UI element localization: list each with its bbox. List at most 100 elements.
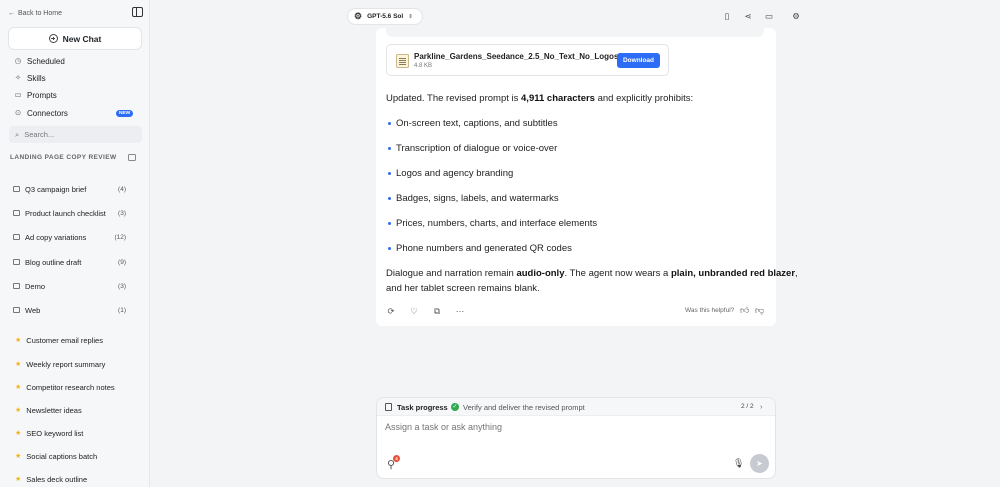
folder-icon	[13, 307, 20, 313]
new-chat-button[interactable]: New Chat	[8, 27, 142, 50]
starred-chat-item[interactable]: ★ Sales deck outline	[15, 473, 87, 485]
check-circle-icon: ✓	[451, 403, 459, 411]
sidebar-item-label: Connectors	[27, 108, 68, 118]
starred-chat-label: Customer email replies	[26, 335, 103, 345]
sidebar-item-prompts[interactable]: ▭ Prompts	[14, 88, 56, 102]
star-icon: ★	[15, 476, 22, 483]
folder-item[interactable]: Web (1)	[13, 304, 126, 316]
folder-add-icon[interactable]	[128, 154, 136, 161]
search-placeholder: Search...	[24, 130, 55, 139]
chevron-updown-icon: ⇕	[408, 13, 413, 20]
message-outro-line2: and her tablet screen remains blank.	[386, 283, 540, 294]
book-icon[interactable]: ▯	[722, 11, 732, 21]
outro-text: ,	[795, 268, 798, 279]
send-button[interactable]: ➤	[750, 454, 769, 473]
outro-text: . The agent now wears a	[564, 268, 671, 279]
assistant-message: Parkline_Gardens_Seedance_2.5_No_Text_No…	[376, 28, 798, 326]
starred-chat-item[interactable]: ★ Social captions batch	[15, 450, 97, 462]
file-attachment-card[interactable]: Parkline_Gardens_Seedance_2.5_No_Text_No…	[386, 44, 669, 76]
message-intro: Updated. The revised prompt is 4,911 cha…	[386, 93, 693, 104]
arrow-left-icon: ←	[8, 10, 15, 17]
clipboard-icon	[385, 403, 392, 411]
file-size: 4.8 KB	[414, 63, 433, 69]
starred-chat-item[interactable]: ★ Newsletter ideas	[15, 404, 82, 416]
starred-chat-label: SEO keyword list	[26, 428, 84, 438]
folder-item[interactable]: Product launch checklist (3)	[13, 207, 126, 219]
folder-label: Web	[25, 305, 41, 315]
sidebar: ← Back to Home New Chat ◷ Scheduled ✧ Sk…	[0, 0, 150, 487]
outro-bold: plain, unbranded red blazer	[670, 268, 796, 279]
settings-icon[interactable]: ⚙	[791, 11, 801, 21]
starred-chat-item[interactable]: ★ Customer email replies	[15, 334, 103, 346]
list-item: Phone numbers and generated QR codes	[388, 243, 572, 254]
bullet-dot	[388, 147, 391, 150]
folder-label: Product launch checklist	[25, 208, 106, 218]
new-chat-label: New Chat	[62, 33, 102, 44]
star-icon: ★	[15, 453, 22, 460]
folder-item[interactable]: Blog outline draft (9)	[13, 256, 126, 268]
sidebar-toggle-icon[interactable]	[132, 7, 143, 17]
list-item-text: Phone numbers and generated QR codes	[396, 243, 572, 254]
folder-count: (3)	[118, 282, 126, 290]
starred-chat-item[interactable]: ★ SEO keyword list	[15, 427, 83, 439]
plug-icon: ⊙	[14, 108, 22, 117]
outro-bold: audio-only	[516, 268, 565, 279]
more-icon[interactable]: ⋯	[455, 306, 465, 316]
model-icon: ⚙	[354, 11, 363, 21]
download-button[interactable]: Download	[617, 53, 660, 68]
back-to-home-link[interactable]: ← Back to Home	[8, 10, 62, 17]
share-icon[interactable]: ⋖	[743, 11, 753, 21]
folder-item[interactable]: Ad copy variations (12)	[13, 231, 126, 243]
sidebar-item-connectors[interactable]: ⊙ Connectors	[14, 106, 68, 120]
folder-count: (1)	[118, 306, 126, 314]
outro-text: Dialogue and narration remain	[386, 268, 517, 279]
sidebar-item-skills[interactable]: ✧ Skills	[14, 71, 46, 85]
bullet-dot	[388, 172, 391, 175]
starred-chat-label: Sales deck outline	[26, 474, 88, 484]
folder-icon	[13, 234, 20, 240]
regenerate-icon[interactable]: ⟳	[386, 306, 396, 316]
model-label: GPT-5.6 Sol	[367, 13, 404, 20]
starred-chat-item[interactable]: ★ Weekly report summary	[15, 358, 105, 370]
thumbs-up-icon[interactable]: 👍︎	[740, 305, 749, 316]
microphone-icon[interactable]: 🎙︎	[733, 458, 744, 469]
model-selector[interactable]: ⚙ GPT-5.6 Sol ⇕	[347, 8, 423, 25]
sparkle-icon: ✧	[14, 73, 22, 82]
star-icon: ★	[15, 384, 22, 391]
folder-icon	[13, 186, 20, 192]
task-progress-bar[interactable]: Task progress ✓ Verify and deliver the r…	[377, 398, 775, 416]
section-title: LANDING PAGE COPY REVIEW	[10, 154, 117, 161]
plus-circle-icon	[48, 34, 58, 43]
message-outro: Dialogue and narration remain audio-only…	[386, 268, 798, 279]
list-item: On-screen text, captions, and subtitles	[388, 118, 558, 129]
sidebar-search[interactable]: ⌕ Search...	[9, 126, 142, 143]
list-item-text: Logos and agency branding	[396, 168, 514, 179]
folder-count: (4)	[118, 185, 126, 193]
starred-chat-label: Newsletter ideas	[26, 405, 82, 415]
folder-count: (3)	[118, 209, 126, 217]
bullet-dot	[388, 247, 391, 250]
folder-item[interactable]: Demo (3)	[13, 280, 126, 292]
starred-chat-item[interactable]: ★ Competitor research notes	[15, 381, 115, 393]
folder-label: Blog outline draft	[25, 257, 82, 267]
list-item: Transcription of dialogue or voice-over	[388, 143, 557, 154]
message-input[interactable]	[385, 422, 765, 432]
clock-icon: ◷	[14, 56, 22, 65]
star-icon: ★	[15, 407, 22, 414]
monitor-icon[interactable]: ▭	[764, 11, 774, 21]
star-icon: ★	[15, 337, 22, 344]
helpful-label: Was this helpful?	[685, 307, 735, 314]
sidebar-item-scheduled[interactable]: ◷ Scheduled	[14, 54, 65, 68]
previous-message-edge	[386, 28, 764, 37]
folder-label: Ad copy variations	[25, 232, 87, 242]
intro-bold: 4,911 characters	[521, 93, 595, 104]
chevron-right-icon[interactable]: ›	[760, 402, 763, 411]
heart-icon[interactable]: ♡	[409, 306, 419, 316]
attach-count-badge: 4	[393, 455, 400, 462]
folder-item[interactable]: Q3 campaign brief (4)	[13, 183, 126, 195]
task-count: 2 / 2	[741, 403, 754, 410]
task-step: Verify and deliver the revised prompt	[463, 403, 585, 412]
copy-icon[interactable]: ⧉	[432, 306, 442, 316]
thumbs-down-icon[interactable]: 👎︎	[755, 305, 764, 316]
sidebar-item-label: Skills	[27, 73, 46, 83]
